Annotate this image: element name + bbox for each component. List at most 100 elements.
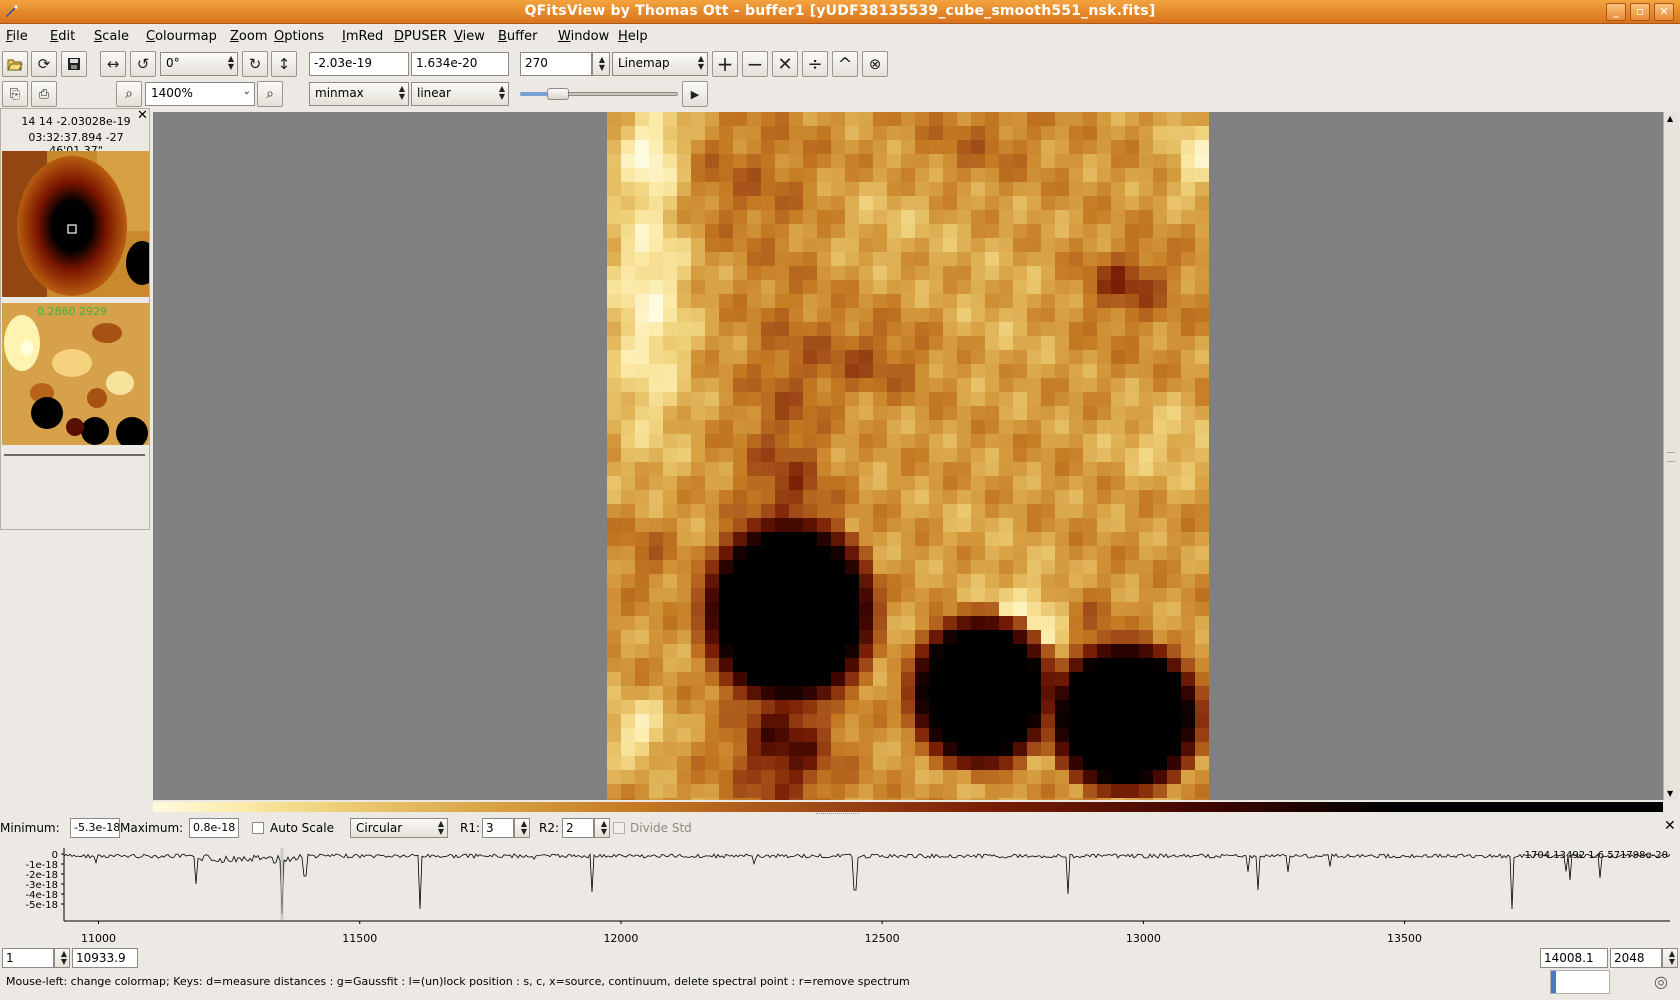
- spectrum-plot[interactable]: 0-1e-18-2e-18-3e-18-4e-18-5e-1811000 1150…: [0, 844, 1680, 944]
- maximum-input[interactable]: 0.8e-18: [189, 818, 239, 838]
- divide-button[interactable]: ÷: [802, 51, 828, 77]
- end-channel-input[interactable]: 2048: [1610, 948, 1662, 968]
- aperture-select[interactable]: Circular ▲ ▼: [350, 818, 448, 838]
- channel-spin-arrows[interactable]: ▲ ▼: [592, 52, 610, 76]
- end-channel-spin[interactable]: ▲ ▼: [1662, 948, 1678, 968]
- menu-label: oom: [238, 29, 268, 44]
- x-tick-label: 13500: [1387, 932, 1422, 944]
- spin-arrows-icon: ▲ ▼: [227, 54, 234, 71]
- start-channel-input[interactable]: 1: [2, 948, 54, 968]
- maximize-button[interactable]: ▫: [1630, 3, 1650, 21]
- zoom-in-button[interactable]: ⌕: [257, 81, 283, 107]
- add-button[interactable]: +: [712, 51, 738, 77]
- max-value-input[interactable]: 1.634e-20: [411, 52, 509, 76]
- save-icon: [68, 58, 80, 70]
- subtract-button[interactable]: −: [742, 51, 768, 77]
- spectrum-close-button[interactable]: ✕: [1664, 818, 1676, 834]
- r2-spin-arrows[interactable]: ▲ ▼: [594, 818, 610, 838]
- scale-type-select[interactable]: linear ▲ ▼: [411, 82, 509, 106]
- menu-buffer[interactable]: Buffer: [498, 29, 537, 44]
- menu-label: olourmap: [155, 29, 217, 44]
- menu-options[interactable]: Options: [274, 29, 324, 44]
- scroll-grip[interactable]: [1667, 452, 1675, 462]
- zoom-combobox[interactable]: 1400% ⌄: [145, 82, 255, 106]
- r1-spin-arrows[interactable]: ▲ ▼: [514, 818, 530, 838]
- reload-button[interactable]: ⟳: [31, 51, 57, 77]
- channel-input[interactable]: 270: [520, 52, 592, 76]
- r1-input[interactable]: 3: [482, 818, 514, 838]
- menu-zoom[interactable]: Zoom: [230, 29, 267, 44]
- menu-mnemonic: H: [618, 29, 628, 44]
- min-value-input[interactable]: -2.03e-19: [309, 52, 409, 76]
- copy-icon: ⎘: [9, 86, 21, 102]
- slider-handle[interactable]: [547, 88, 570, 100]
- menu-label: mRed: [345, 29, 384, 44]
- spin-arrows-icon: ▲ ▼: [598, 55, 605, 72]
- chevron-down-icon: ⌄: [242, 86, 251, 97]
- print-button[interactable]: ⎙: [31, 81, 57, 107]
- menu-file[interactable]: File: [6, 29, 28, 44]
- menu-edit[interactable]: Edit: [50, 29, 75, 44]
- close-window-button[interactable]: ✕: [1654, 3, 1674, 21]
- power-button[interactable]: ^: [832, 51, 858, 77]
- colour-bar[interactable]: [153, 802, 1663, 812]
- caret-icon: ^: [837, 53, 853, 75]
- flip-horizontal-button[interactable]: ↔: [100, 51, 126, 77]
- spin-arrows-icon: ▲ ▼: [520, 819, 527, 836]
- scale-mode-select[interactable]: minmax ▲ ▼: [309, 82, 409, 106]
- spectrum-readout: 1704.13492 1.6 571798e-20: [1525, 850, 1668, 861]
- fits-image[interactable]: [607, 112, 1209, 800]
- menu-window[interactable]: Window: [558, 29, 609, 44]
- menu-view[interactable]: View: [454, 29, 485, 44]
- minimum-input[interactable]: -5.3e-18: [70, 818, 120, 838]
- zoom-value: 1400%: [151, 86, 193, 100]
- play-button[interactable]: ▶: [682, 81, 708, 107]
- printer-icon: ⎙: [38, 86, 50, 102]
- play-icon: ▶: [690, 87, 700, 101]
- rotate-right-button[interactable]: ↻: [242, 51, 268, 77]
- mode-select[interactable]: Linemap ▲ ▼: [612, 52, 708, 76]
- start-channel-spin[interactable]: ▲ ▼: [54, 948, 70, 968]
- x-tick-label: 11500: [342, 932, 377, 944]
- scroll-up-arrow-icon[interactable]: ▲: [1667, 114, 1673, 123]
- flip-horizontal-icon: ↔: [106, 55, 120, 73]
- plus-icon: +: [716, 52, 734, 76]
- copy-button[interactable]: ⎘: [2, 81, 28, 107]
- dividestd-checkbox[interactable]: [613, 822, 625, 834]
- clear-operation-button[interactable]: ⊗: [862, 51, 888, 77]
- menu-help[interactable]: Help: [618, 29, 648, 44]
- image-viewer[interactable]: [153, 112, 1663, 800]
- r2-input[interactable]: 2: [562, 818, 594, 838]
- start-wavelength-input[interactable]: 10933.9: [72, 948, 138, 968]
- open-file-button[interactable]: [2, 51, 28, 77]
- status-text: Mouse-left: change colormap; Keys: d=mea…: [6, 975, 910, 988]
- minimize-button[interactable]: _: [1606, 3, 1626, 21]
- select-arrows-icon: ▲ ▼: [498, 84, 505, 101]
- x-tick-label: 12500: [865, 932, 900, 944]
- vertical-scrollbar[interactable]: ▲ ▼: [1663, 112, 1679, 800]
- menu-dpuser[interactable]: DPUSER: [394, 29, 447, 44]
- multiply-button[interactable]: ✕: [772, 51, 798, 77]
- menu-mnemonic: W: [558, 29, 571, 44]
- menu-mnemonic: B: [498, 29, 507, 44]
- rotate-left-button[interactable]: ↺: [130, 51, 156, 77]
- zoom-out-button[interactable]: ⌕: [116, 81, 142, 107]
- folder-open-icon: [7, 59, 23, 71]
- menu-label: indow: [570, 29, 610, 44]
- menu-mnemonic: D: [394, 29, 405, 44]
- magnifier-thumbnail[interactable]: [2, 151, 149, 297]
- menu-scale[interactable]: Scale: [94, 29, 129, 44]
- overview-thumbnail[interactable]: [2, 303, 149, 445]
- channel-slider[interactable]: [520, 88, 678, 100]
- rotation-spinbox[interactable]: 0° ▲ ▼: [160, 52, 238, 76]
- flip-vertical-button[interactable]: ↕: [271, 51, 297, 77]
- end-wavelength-input[interactable]: 14008.1: [1540, 948, 1608, 968]
- menu-imred[interactable]: ImRed: [342, 29, 383, 44]
- save-button[interactable]: [61, 51, 87, 77]
- aperture-value: Circular: [356, 821, 403, 835]
- menu-mnemonic: Z: [230, 29, 239, 44]
- scroll-down-arrow-icon[interactable]: ▼: [1667, 789, 1673, 798]
- autoscale-checkbox[interactable]: [252, 822, 264, 834]
- menu-colourmap[interactable]: Colourmap: [146, 29, 217, 44]
- progress-indicator: [1551, 971, 1556, 993]
